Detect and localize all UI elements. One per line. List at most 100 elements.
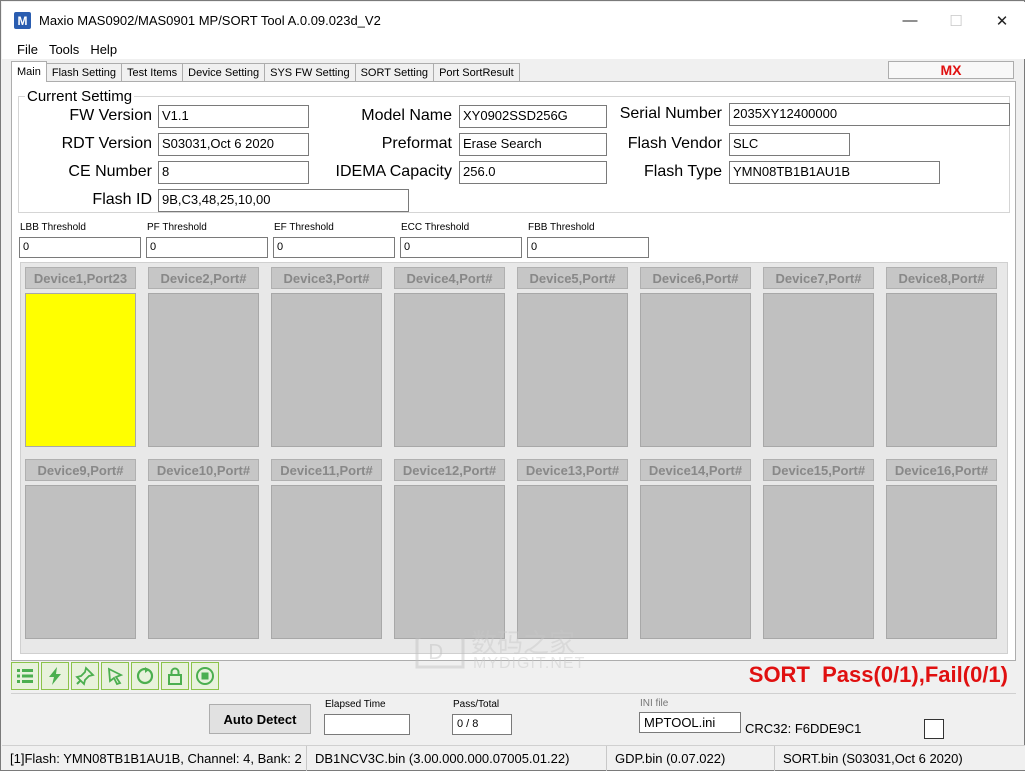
device-status-panel bbox=[148, 485, 259, 639]
menu-file[interactable]: File bbox=[2, 42, 43, 57]
device-slot-16[interactable]: Device16,Port# bbox=[884, 457, 999, 643]
flash-vendor-field[interactable]: SLC bbox=[729, 133, 850, 156]
title-bar[interactable]: M Maxio MAS0902/MAS0901 MP/SORT Tool A.0… bbox=[2, 2, 1025, 39]
device-slot-12[interactable]: Device12,Port# bbox=[392, 457, 507, 643]
refresh-button[interactable] bbox=[131, 662, 159, 690]
device-slot-5[interactable]: Device5,Port# bbox=[515, 265, 630, 451]
lightning-icon bbox=[49, 667, 61, 685]
device-header: Device11,Port# bbox=[271, 459, 382, 481]
device-header: Device10,Port# bbox=[148, 459, 259, 481]
tab-test-items[interactable]: Test Items bbox=[121, 63, 184, 82]
device-slot-1[interactable]: Device1,Port23 bbox=[23, 265, 138, 451]
maximize-button[interactable]: ☐ bbox=[933, 2, 979, 39]
device-status-panel bbox=[271, 293, 382, 447]
device-slot-4[interactable]: Device4,Port# bbox=[392, 265, 507, 451]
device-status-panel bbox=[25, 485, 136, 639]
device-status-panel bbox=[394, 293, 505, 447]
ce-number-field[interactable]: 8 bbox=[158, 161, 309, 184]
device-status-panel bbox=[886, 485, 997, 639]
device-header: Device8,Port# bbox=[886, 267, 997, 289]
group-legend: Current Settimg bbox=[25, 88, 135, 105]
stop-button[interactable] bbox=[191, 662, 219, 690]
device-status-panel bbox=[271, 485, 382, 639]
start-button[interactable] bbox=[41, 662, 69, 690]
menu-bar: File Tools Help bbox=[2, 39, 1025, 59]
device-header: Device16,Port# bbox=[886, 459, 997, 481]
device-slot-6[interactable]: Device6,Port# bbox=[638, 265, 753, 451]
serial-number-field[interactable]: 2035XY12400000 bbox=[729, 103, 1010, 126]
auto-detect-button[interactable]: Auto Detect bbox=[209, 704, 311, 734]
cursor-button[interactable] bbox=[101, 662, 129, 690]
idema-capacity-label: IDEMA Capacity bbox=[335, 163, 452, 180]
device-header: Device14,Port# bbox=[640, 459, 751, 481]
device-slot-7[interactable]: Device7,Port# bbox=[761, 265, 876, 451]
pin-button[interactable] bbox=[71, 662, 99, 690]
list-button[interactable] bbox=[11, 662, 39, 690]
fw-version-label: FW Version bbox=[69, 107, 152, 124]
tab-port-sortresult[interactable]: Port SortResult bbox=[433, 63, 520, 82]
tab-sort-setting[interactable]: SORT Setting bbox=[354, 63, 435, 82]
device-slot-14[interactable]: Device14,Port# bbox=[638, 457, 753, 643]
lock-button[interactable] bbox=[161, 662, 189, 690]
cursor-icon bbox=[107, 667, 124, 686]
confirm-checkbox[interactable] bbox=[924, 719, 944, 739]
ini-file-field[interactable]: MPTOOL.ini bbox=[639, 712, 741, 733]
tab-sys-fw-setting[interactable]: SYS FW Setting bbox=[264, 63, 356, 82]
device-slot-11[interactable]: Device11,Port# bbox=[269, 457, 384, 643]
stop-icon bbox=[196, 667, 214, 685]
device-header: Device2,Port# bbox=[148, 267, 259, 289]
tab-main[interactable]: Main bbox=[11, 61, 47, 82]
fw-version-field[interactable]: V1.1 bbox=[158, 105, 309, 128]
device-header: Device6,Port# bbox=[640, 267, 751, 289]
ef-threshold-input[interactable]: 0 bbox=[273, 237, 395, 258]
ecc-threshold-input[interactable]: 0 bbox=[400, 237, 522, 258]
main-tab-panel: Current Settimg FW Version V1.1 RDT Vers… bbox=[11, 81, 1016, 661]
lbb-threshold-label: LBB Threshold bbox=[20, 222, 86, 233]
model-name-field[interactable]: XY0902SSD256G bbox=[459, 105, 607, 128]
device-slot-2[interactable]: Device2,Port# bbox=[146, 265, 261, 451]
tab-flash-setting[interactable]: Flash Setting bbox=[45, 63, 123, 82]
menu-help[interactable]: Help bbox=[84, 42, 122, 57]
flash-id-label: Flash ID bbox=[92, 191, 152, 208]
preformat-field[interactable]: Erase Search bbox=[459, 133, 607, 156]
flash-type-field[interactable]: YMN08TB1B1AU1B bbox=[729, 161, 940, 184]
fbb-threshold-input[interactable]: 0 bbox=[527, 237, 649, 258]
tab-device-setting[interactable]: Device Setting bbox=[182, 63, 266, 82]
menu-tools[interactable]: Tools bbox=[43, 42, 84, 57]
device-slot-9[interactable]: Device9,Port# bbox=[23, 457, 138, 643]
device-slot-3[interactable]: Device3,Port# bbox=[269, 265, 384, 451]
device-header: Device1,Port23 bbox=[25, 267, 136, 289]
lock-icon bbox=[168, 667, 182, 685]
flash-id-field[interactable]: 9B,C3,48,25,10,00 bbox=[158, 189, 409, 212]
serial-number-label: Serial Number bbox=[619, 105, 722, 122]
rdt-version-label: RDT Version bbox=[61, 135, 152, 152]
fbb-threshold-label: FBB Threshold bbox=[528, 222, 595, 233]
status-sort-bin: SORT.bin (S03031,Oct 6 2020) bbox=[783, 751, 963, 766]
device-slot-10[interactable]: Device10,Port# bbox=[146, 457, 261, 643]
flash-type-label: Flash Type bbox=[644, 163, 722, 180]
brand-tag: MX bbox=[888, 61, 1014, 79]
status-gdp-bin: GDP.bin (0.07.022) bbox=[607, 746, 775, 771]
rdt-version-field[interactable]: S03031,Oct 6 2020 bbox=[158, 133, 309, 156]
device-status-panel bbox=[25, 293, 136, 447]
device-header: Device7,Port# bbox=[763, 267, 874, 289]
device-slot-13[interactable]: Device13,Port# bbox=[515, 457, 630, 643]
status-bar: [1]Flash: YMN08TB1B1AU1B, Channel: 4, Ba… bbox=[2, 745, 1025, 771]
device-status-panel bbox=[394, 485, 505, 639]
sort-summary: Pass(0/1),Fail(0/1) bbox=[822, 662, 1008, 687]
pin-icon bbox=[75, 666, 95, 686]
lbb-threshold-input[interactable]: 0 bbox=[19, 237, 141, 258]
refresh-icon bbox=[136, 667, 154, 685]
pass-total-field: 0 / 8 bbox=[452, 714, 512, 735]
device-status-panel bbox=[148, 293, 259, 447]
app-logo-icon: M bbox=[14, 12, 31, 29]
device-slot-8[interactable]: Device8,Port# bbox=[884, 265, 999, 451]
minimize-button[interactable]: — bbox=[887, 2, 933, 39]
device-grid: Device1,Port23 Device2,Port# Device3,Por… bbox=[20, 262, 1008, 654]
status-firmware-bin: DB1NCV3C.bin (3.00.000.000.07005.01.22) bbox=[307, 746, 607, 771]
close-button[interactable]: ✕ bbox=[979, 2, 1025, 39]
pf-threshold-label: PF Threshold bbox=[147, 222, 207, 233]
idema-capacity-field[interactable]: 256.0 bbox=[459, 161, 607, 184]
pf-threshold-input[interactable]: 0 bbox=[146, 237, 268, 258]
device-slot-15[interactable]: Device15,Port# bbox=[761, 457, 876, 643]
